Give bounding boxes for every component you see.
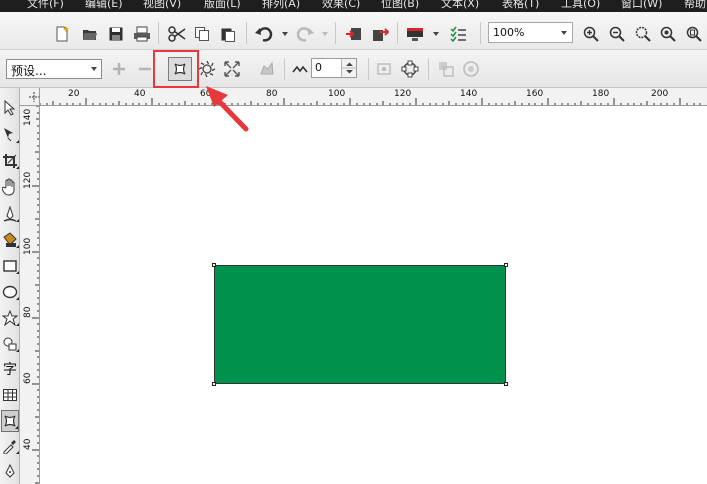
annotation-arrow-icon: [206, 86, 249, 132]
app-window: 文件(F) 编辑(E) 视图(V) 版面(L) 排列(A) 效果(C) 位图(B…: [0, 0, 707, 484]
